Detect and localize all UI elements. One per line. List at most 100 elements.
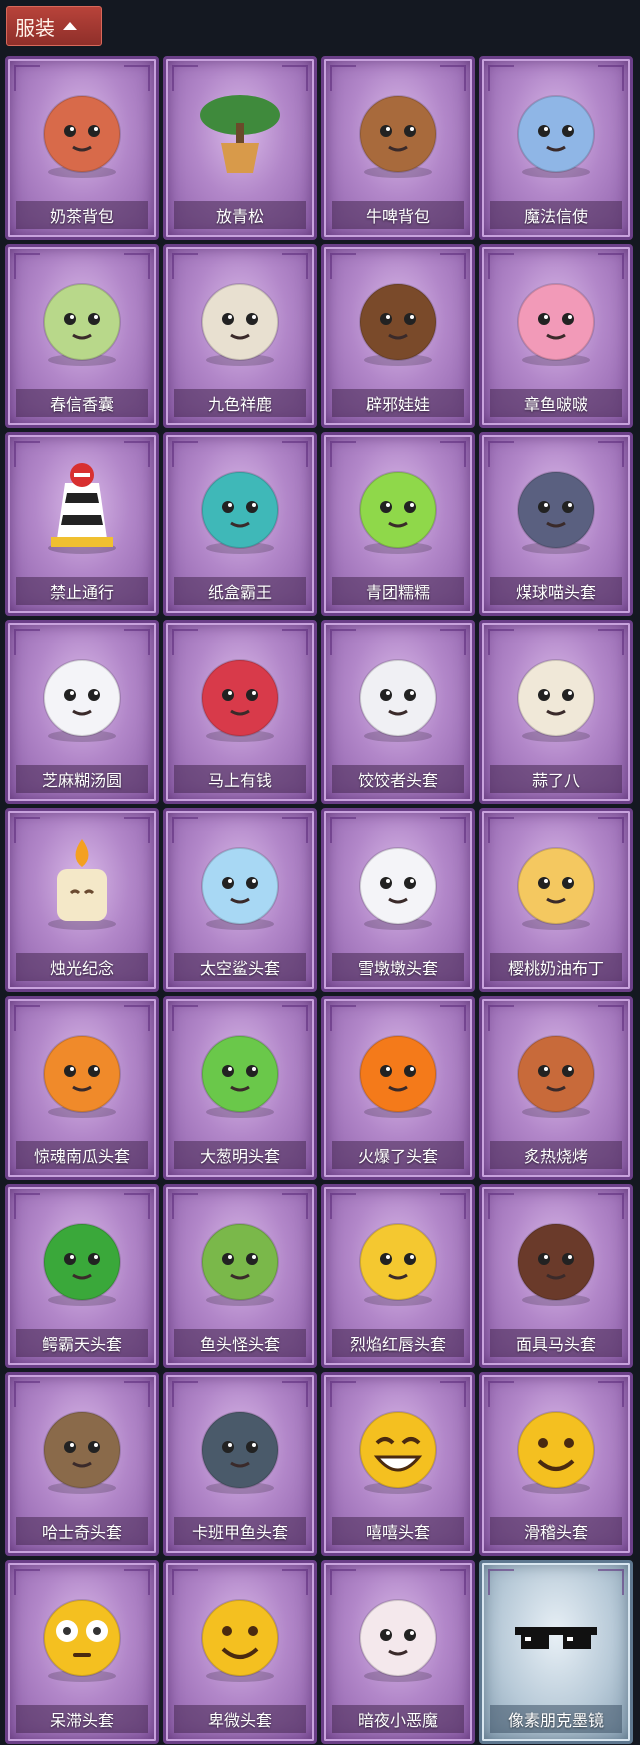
costume-card[interactable]: 卑微头套	[163, 1560, 317, 1744]
gray-cat-head-icon	[482, 449, 630, 567]
costume-name: 暗夜小恶魔	[332, 1705, 464, 1733]
smirk-emoji-icon	[482, 1389, 630, 1507]
costume-card[interactable]: 奶茶背包	[5, 56, 159, 240]
costume-name: 面具马头套	[490, 1329, 622, 1357]
little-devil-icon	[324, 1577, 472, 1695]
blue-elephant-icon	[482, 73, 630, 191]
whale-head-icon	[166, 1389, 314, 1507]
pixel-sunglasses-icon	[482, 1577, 630, 1695]
cow-beer-backpack-icon	[324, 73, 472, 191]
costume-name: 滑稽头套	[490, 1517, 622, 1545]
fish-head-icon	[166, 1201, 314, 1319]
costume-card[interactable]: 禁止通行	[5, 432, 159, 616]
costume-name: 蒜了八	[490, 765, 622, 793]
costume-card[interactable]: 青团糯糯	[321, 432, 475, 616]
costume-card[interactable]: 辟邪娃娃	[321, 244, 475, 428]
costume-card[interactable]: 魔法信使	[479, 56, 633, 240]
shark-head-icon	[166, 825, 314, 943]
costume-name: 饺饺者头套	[332, 765, 464, 793]
costume-name: 禁止通行	[16, 577, 148, 605]
costume-card[interactable]: 像素朋克墨镜	[479, 1560, 633, 1744]
costume-name: 惊魂南瓜头套	[16, 1141, 148, 1169]
grin-emoji-icon	[324, 1389, 472, 1507]
costume-card[interactable]: 哈士奇头套	[5, 1372, 159, 1556]
costume-card[interactable]: 滑稽头套	[479, 1372, 633, 1556]
milk-tea-backpack-icon	[8, 73, 156, 191]
costume-card[interactable]: 章鱼啵啵	[479, 244, 633, 428]
green-dumpling-icon	[324, 449, 472, 567]
costume-name: 烛光纪念	[16, 953, 148, 981]
costume-card[interactable]: 马上有钱	[163, 620, 317, 804]
costume-name: 纸盒霸王	[174, 577, 306, 605]
costume-name: 雪墩墩头套	[332, 953, 464, 981]
costume-name: 哈士奇头套	[16, 1517, 148, 1545]
costume-card[interactable]: 烛光纪念	[5, 808, 159, 992]
costume-name: 樱桃奶油布丁	[490, 953, 622, 981]
candle-icon	[8, 825, 156, 943]
costume-name: 青团糯糯	[332, 577, 464, 605]
costume-name: 烈焰红唇头套	[332, 1329, 464, 1357]
green-onion-head-icon	[166, 1013, 314, 1131]
costume-name: 鱼头怪头套	[174, 1329, 306, 1357]
costume-name: 春信香囊	[16, 389, 148, 417]
costume-name: 炙热烧烤	[490, 1141, 622, 1169]
box-dinosaur-icon	[166, 449, 314, 567]
pudding-icon	[482, 825, 630, 943]
pink-octopus-icon	[482, 261, 630, 379]
dumpling-head-icon	[324, 637, 472, 755]
costume-name: 章鱼啵啵	[490, 389, 622, 417]
costume-name: 卑微头套	[174, 1705, 306, 1733]
costume-card[interactable]: 大葱明头套	[163, 996, 317, 1180]
costume-card[interactable]: 呆滞头套	[5, 1560, 159, 1744]
bbq-meat-icon	[482, 1013, 630, 1131]
road-barrier-icon	[8, 449, 156, 567]
deer-icon	[166, 261, 314, 379]
costume-card[interactable]: 九色祥鹿	[163, 244, 317, 428]
costume-card[interactable]: 鱼头怪头套	[163, 1184, 317, 1368]
chevron-up-icon	[63, 22, 77, 30]
costume-card[interactable]: 牛啤背包	[321, 56, 475, 240]
costume-name: 辟邪娃娃	[332, 389, 464, 417]
garlic-icon	[482, 637, 630, 755]
costume-card[interactable]: 火爆了头套	[321, 996, 475, 1180]
red-horse-head-icon	[166, 637, 314, 755]
humble-emoji-icon	[166, 1577, 314, 1695]
snowman-head-icon	[324, 825, 472, 943]
costume-card[interactable]: 春信香囊	[5, 244, 159, 428]
costume-card[interactable]: 面具马头套	[479, 1184, 633, 1368]
fire-head-icon	[324, 1013, 472, 1131]
costume-name: 魔法信使	[490, 201, 622, 229]
category-label: 服装	[15, 15, 55, 40]
horse-mask-icon	[482, 1201, 630, 1319]
costume-card[interactable]: 蒜了八	[479, 620, 633, 804]
costume-card[interactable]: 炙热烧烤	[479, 996, 633, 1180]
costume-card[interactable]: 惊魂南瓜头套	[5, 996, 159, 1180]
costume-card[interactable]: 暗夜小恶魔	[321, 1560, 475, 1744]
husky-sunglasses-icon	[8, 1389, 156, 1507]
costume-card[interactable]: 煤球喵头套	[479, 432, 633, 616]
costume-card[interactable]: 饺饺者头套	[321, 620, 475, 804]
costume-name: 煤球喵头套	[490, 577, 622, 605]
costume-name: 大葱明头套	[174, 1141, 306, 1169]
costume-card[interactable]: 烈焰红唇头套	[321, 1184, 475, 1368]
costume-card[interactable]: 卡班甲鱼头套	[163, 1372, 317, 1556]
sachet-icon	[8, 261, 156, 379]
costume-name: 放青松	[174, 201, 306, 229]
costume-card[interactable]: 樱桃奶油布丁	[479, 808, 633, 992]
costume-card[interactable]: 芝麻糊汤圆	[5, 620, 159, 804]
costume-card[interactable]: 嘻嘻头套	[321, 1372, 475, 1556]
costume-name: 芝麻糊汤圆	[16, 765, 148, 793]
costume-name: 奶茶背包	[16, 201, 148, 229]
costume-card[interactable]: 鳄霸天头套	[5, 1184, 159, 1368]
costume-card[interactable]: 放青松	[163, 56, 317, 240]
costume-category-toggle[interactable]: 服装	[6, 6, 102, 46]
yellow-mouse-sunglasses-icon	[324, 1201, 472, 1319]
costume-name: 火爆了头套	[332, 1141, 464, 1169]
costume-card[interactable]: 太空鲨头套	[163, 808, 317, 992]
pumpkin-head-icon	[8, 1013, 156, 1131]
costume-card[interactable]: 雪墩墩头套	[321, 808, 475, 992]
costume-card[interactable]: 纸盒霸王	[163, 432, 317, 616]
crocodile-head-icon	[8, 1201, 156, 1319]
costume-name: 太空鲨头套	[174, 953, 306, 981]
doll-head-icon	[324, 261, 472, 379]
